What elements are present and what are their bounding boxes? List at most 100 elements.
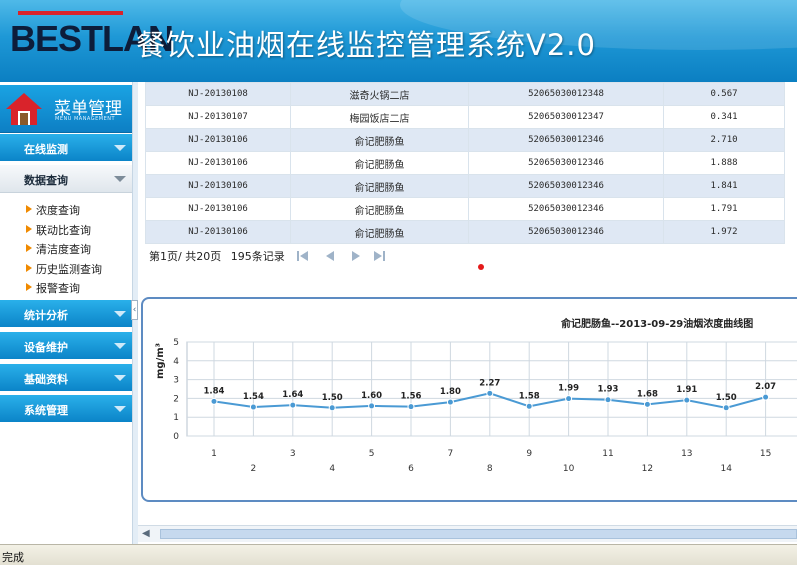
x-tick-label: 2	[251, 464, 257, 474]
nav-label: 数据查询	[24, 174, 68, 187]
nav-data-query[interactable]: 数据查询	[0, 165, 132, 193]
subitem-cleanliness-query[interactable]: 清洁度查询	[26, 241, 91, 260]
y-tick-label: 5	[173, 338, 179, 348]
x-tick-label: 6	[408, 464, 414, 474]
x-tick-label: 3	[290, 449, 296, 459]
x-tick-label: 1	[211, 449, 217, 459]
nav-label: 系统管理	[24, 404, 68, 417]
page-info: 第1页/ 共20页	[149, 250, 222, 263]
first-page-button[interactable]	[296, 250, 310, 262]
data-label: 1.50	[322, 393, 343, 403]
chevron-down-icon	[114, 375, 126, 381]
y-tick-label: 1	[173, 413, 179, 423]
arrow-right-icon	[26, 225, 32, 233]
scroll-left-icon[interactable]: ◀	[142, 528, 150, 539]
last-page-button[interactable]	[372, 250, 386, 262]
subitem-alarm-query[interactable]: 报警查询	[26, 280, 80, 299]
device-id-cell: NJ-20130108	[145, 82, 291, 106]
data-label: 1.50	[716, 393, 737, 403]
subitem-concentration-query[interactable]: 浓度查询	[26, 202, 80, 221]
nav-statistics[interactable]: 统计分析	[0, 300, 132, 328]
menu-subtitle: MENU MANAGEMENT	[55, 116, 116, 122]
table-row[interactable]: NJ-20130106 俞记肥肠鱼 52065030012346 1.841	[145, 174, 785, 198]
x-tick-label: 5	[369, 449, 375, 459]
subitem-label: 报警查询	[36, 282, 80, 295]
device-id-cell: NJ-20130106	[145, 128, 291, 152]
table-row[interactable]: NJ-20130106 俞记肥肠鱼 52065030012346 1.888	[145, 151, 785, 175]
x-tick-label: 10	[563, 464, 575, 474]
last-page-icon	[374, 251, 385, 261]
home-icon	[6, 93, 42, 125]
data-label: 1.60	[361, 391, 382, 401]
x-tick-label: 12	[642, 464, 653, 474]
data-label: 1.80	[440, 387, 461, 397]
subitem-history-query[interactable]: 历史监测查询	[26, 261, 102, 280]
serial-number-cell: 52065030012346	[468, 128, 664, 152]
subitem-linkage-query[interactable]: 联动比查询	[26, 222, 91, 241]
table-row[interactable]: NJ-20130108 滋奇火锅二店 52065030012348 0.567	[145, 82, 785, 106]
y-tick-label: 0	[173, 432, 179, 442]
sidebar: 菜单管理 MENU MANAGEMENT 在线监测 数据查询 浓度查询 联动比查…	[0, 82, 132, 544]
store-name-cell: 梅园饭店二店	[290, 105, 469, 129]
horizontal-scrollbar[interactable]: ◀	[138, 525, 797, 542]
x-tick-label: 14	[720, 464, 732, 474]
x-tick-label: 9	[526, 449, 532, 459]
next-page-icon	[352, 251, 360, 261]
serial-number-cell: 52065030012348	[468, 82, 664, 106]
prev-page-button[interactable]	[323, 250, 337, 262]
record-count: 195条记录	[230, 250, 285, 263]
nav-label: 统计分析	[24, 309, 68, 322]
table-row[interactable]: NJ-20130106 俞记肥肠鱼 52065030012346 1.791	[145, 197, 785, 221]
data-label: 2.27	[479, 378, 500, 388]
nav-online-monitoring[interactable]: 在线监测	[0, 134, 132, 162]
concentration-cell: 1.972	[663, 220, 785, 244]
subitem-label: 联动比查询	[36, 224, 91, 237]
plot-frame	[186, 341, 797, 437]
chevron-down-icon	[114, 145, 126, 151]
nav-device-maintenance[interactable]: 设备维护	[0, 332, 132, 360]
data-point	[604, 396, 612, 404]
nav-basic-data[interactable]: 基础资料	[0, 364, 132, 392]
data-label: 1.68	[637, 389, 658, 399]
chevron-down-icon	[114, 176, 126, 182]
x-tick-label: 13	[681, 449, 692, 459]
main-content: NJ-20130108 滋奇火锅二店 52065030012348 0.567 NJ-2…	[138, 82, 797, 544]
y-tick-label: 2	[173, 394, 179, 404]
y-tick-label: 3	[173, 376, 179, 386]
device-id-cell: NJ-20130106	[145, 220, 291, 244]
data-label: 1.84	[204, 386, 225, 396]
chevron-down-icon	[114, 406, 126, 412]
concentration-cell: 1.791	[663, 197, 785, 221]
store-name-cell: 俞记肥肠鱼	[290, 128, 469, 152]
store-name-cell: 俞记肥肠鱼	[290, 197, 469, 221]
concentration-cell: 1.841	[663, 174, 785, 198]
store-name-cell: 滋奇火锅二店	[290, 82, 469, 106]
data-point	[328, 404, 336, 412]
chevron-down-icon	[114, 311, 126, 317]
data-label: 1.64	[282, 390, 303, 400]
data-label: 1.93	[598, 385, 619, 395]
chart-panel: 俞记肥肠鱼--2013-09-29油烟浓度曲线图 mg/m³ 012345123…	[141, 297, 797, 502]
data-point	[565, 395, 573, 403]
arrow-right-icon	[26, 205, 32, 213]
serial-number-cell: 52065030012346	[468, 151, 664, 175]
data-point	[368, 402, 376, 410]
logo-accent-bar	[18, 11, 123, 15]
table-row[interactable]: NJ-20130106 俞记肥肠鱼 52065030012346 1.972	[145, 220, 785, 244]
pager: 第1页/ 共20页 195条记录	[149, 248, 291, 264]
concentration-cell: 2.710	[663, 128, 785, 152]
data-point	[643, 400, 651, 408]
table-row[interactable]: NJ-20130107 梅园饭店二店 52065030012347 0.341	[145, 105, 785, 129]
next-page-button[interactable]	[349, 250, 363, 262]
red-marker-dot	[478, 264, 484, 270]
table-row[interactable]: NJ-20130106 俞记肥肠鱼 52065030012346 2.710	[145, 128, 785, 152]
data-label: 1.58	[519, 391, 540, 401]
concentration-cell: 0.567	[663, 82, 785, 106]
collapse-sidebar-icon[interactable]: ‹	[131, 300, 138, 320]
first-page-icon	[297, 251, 308, 261]
store-name-cell: 俞记肥肠鱼	[290, 174, 469, 198]
nav-system-management[interactable]: 系统管理	[0, 395, 132, 423]
store-name-cell: 俞记肥肠鱼	[290, 151, 469, 175]
device-id-cell: NJ-20130106	[145, 151, 291, 175]
scroll-thumb[interactable]	[160, 529, 797, 539]
